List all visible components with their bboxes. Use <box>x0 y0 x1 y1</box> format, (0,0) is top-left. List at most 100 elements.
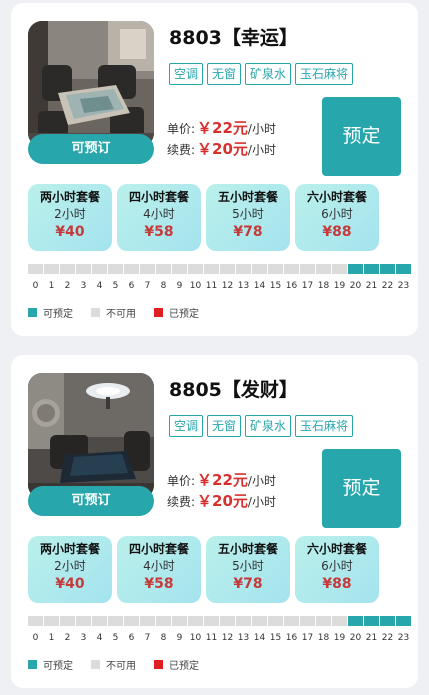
time-slot[interactable] <box>284 616 299 626</box>
unit-price-amount: ￥22元 <box>197 471 248 489</box>
availability-button[interactable]: 可预订 <box>28 134 154 164</box>
time-slot[interactable] <box>316 616 331 626</box>
package-card[interactable]: 六小时套餐 6小时 ¥88 <box>295 184 379 251</box>
amenity-tag: 矿泉水 <box>245 415 292 437</box>
package-card[interactable]: 两小时套餐 2小时 ¥40 <box>28 184 112 251</box>
time-slot[interactable] <box>188 616 203 626</box>
package-hours: 4小时 <box>143 559 175 573</box>
time-slot[interactable] <box>236 616 251 626</box>
hour-label: 7 <box>144 281 151 291</box>
time-slot[interactable] <box>268 616 283 626</box>
hour-label: 19 <box>333 633 346 643</box>
time-slot[interactable] <box>44 616 59 626</box>
time-slot[interactable] <box>316 264 331 274</box>
time-slot[interactable] <box>204 264 219 274</box>
time-slot[interactable] <box>380 264 395 274</box>
hour-label: 10 <box>189 633 202 643</box>
availability-button[interactable]: 可预订 <box>28 486 154 516</box>
time-slot[interactable] <box>332 616 347 626</box>
room-photo-icon <box>28 373 154 499</box>
time-slot[interactable] <box>364 264 379 274</box>
time-slot[interactable] <box>108 264 123 274</box>
package-card[interactable]: 四小时套餐 4小时 ¥58 <box>117 184 201 251</box>
time-slot-bar <box>28 264 411 274</box>
time-slot[interactable] <box>204 616 219 626</box>
time-slot[interactable] <box>396 616 411 626</box>
time-slot[interactable] <box>76 264 91 274</box>
legend-booked-label: 已预定 <box>169 661 199 672</box>
time-slot[interactable] <box>172 616 187 626</box>
amenity-tag: 矿泉水 <box>245 63 292 85</box>
time-slot[interactable] <box>268 264 283 274</box>
time-slot[interactable] <box>172 264 187 274</box>
hour-label: 16 <box>285 281 298 291</box>
time-slot[interactable] <box>364 616 379 626</box>
hour-label: 9 <box>176 633 183 643</box>
time-slot[interactable] <box>44 264 59 274</box>
time-slot[interactable] <box>124 264 139 274</box>
hour-label: 11 <box>205 281 218 291</box>
time-slot[interactable] <box>28 264 43 274</box>
time-slot[interactable] <box>380 616 395 626</box>
unit-price-amount: ￥22元 <box>197 119 248 137</box>
renew-price-unit: /小时 <box>247 143 276 157</box>
time-slot[interactable] <box>252 616 267 626</box>
time-slot[interactable] <box>220 616 235 626</box>
time-slot[interactable] <box>300 616 315 626</box>
amenity-tags: 空调 无窗 矿泉水 玉石麻将 <box>169 63 354 85</box>
time-slot[interactable] <box>300 264 315 274</box>
legend-unavailable: 不可用 <box>91 657 136 672</box>
package-card[interactable]: 五小时套餐 5小时 ¥78 <box>206 184 290 251</box>
legend-unavailable-swatch <box>91 660 100 669</box>
time-slot[interactable] <box>188 264 203 274</box>
package-card[interactable]: 两小时套餐 2小时 ¥40 <box>28 536 112 603</box>
package-name: 四小时套餐 <box>128 542 189 556</box>
time-slot[interactable] <box>284 264 299 274</box>
unit-price-unit: /小时 <box>247 474 276 488</box>
package-name: 两小时套餐 <box>39 190 100 204</box>
legend-available-swatch <box>28 660 37 669</box>
legend-booked: 已预定 <box>154 305 199 320</box>
time-slot[interactable] <box>348 264 363 274</box>
time-slot[interactable] <box>60 264 75 274</box>
hour-label: 9 <box>176 281 183 291</box>
package-card[interactable]: 四小时套餐 4小时 ¥58 <box>117 536 201 603</box>
time-slot[interactable] <box>60 616 75 626</box>
time-slot[interactable] <box>124 616 139 626</box>
renew-price: 续费: ￥20元/小时 <box>167 490 276 511</box>
room-photo[interactable] <box>28 373 154 499</box>
time-slot[interactable] <box>28 616 43 626</box>
package-card[interactable]: 五小时套餐 5小时 ¥78 <box>206 536 290 603</box>
hour-label: 6 <box>128 633 135 643</box>
legend-booked-label: 已预定 <box>169 309 199 320</box>
package-card[interactable]: 六小时套餐 6小时 ¥88 <box>295 536 379 603</box>
time-slot[interactable] <box>156 616 171 626</box>
time-slot[interactable] <box>332 264 347 274</box>
renew-price-unit: /小时 <box>247 495 276 509</box>
time-slot[interactable] <box>220 264 235 274</box>
book-button[interactable]: 预定 <box>322 97 401 176</box>
time-slot[interactable] <box>348 616 363 626</box>
time-slot[interactable] <box>156 264 171 274</box>
time-slot[interactable] <box>140 264 155 274</box>
time-slot[interactable] <box>396 264 411 274</box>
time-slot[interactable] <box>92 616 107 626</box>
legend-unavailable-label: 不可用 <box>106 309 136 320</box>
time-slot[interactable] <box>236 264 251 274</box>
time-slot[interactable] <box>108 616 123 626</box>
hour-label: 13 <box>237 633 250 643</box>
time-slot[interactable] <box>92 264 107 274</box>
package-name: 六小时套餐 <box>306 542 367 556</box>
hour-label: 1 <box>48 633 55 643</box>
hour-label: 12 <box>221 281 234 291</box>
book-button[interactable]: 预定 <box>322 449 401 528</box>
hour-label: 17 <box>301 633 314 643</box>
hour-label: 7 <box>144 633 151 643</box>
hour-label: 21 <box>365 633 378 643</box>
time-slot[interactable] <box>252 264 267 274</box>
room-photo[interactable] <box>28 21 154 147</box>
room-title: 8805【发财】 <box>169 379 298 401</box>
legend-available-label: 可预定 <box>43 309 73 320</box>
time-slot[interactable] <box>140 616 155 626</box>
time-slot[interactable] <box>76 616 91 626</box>
